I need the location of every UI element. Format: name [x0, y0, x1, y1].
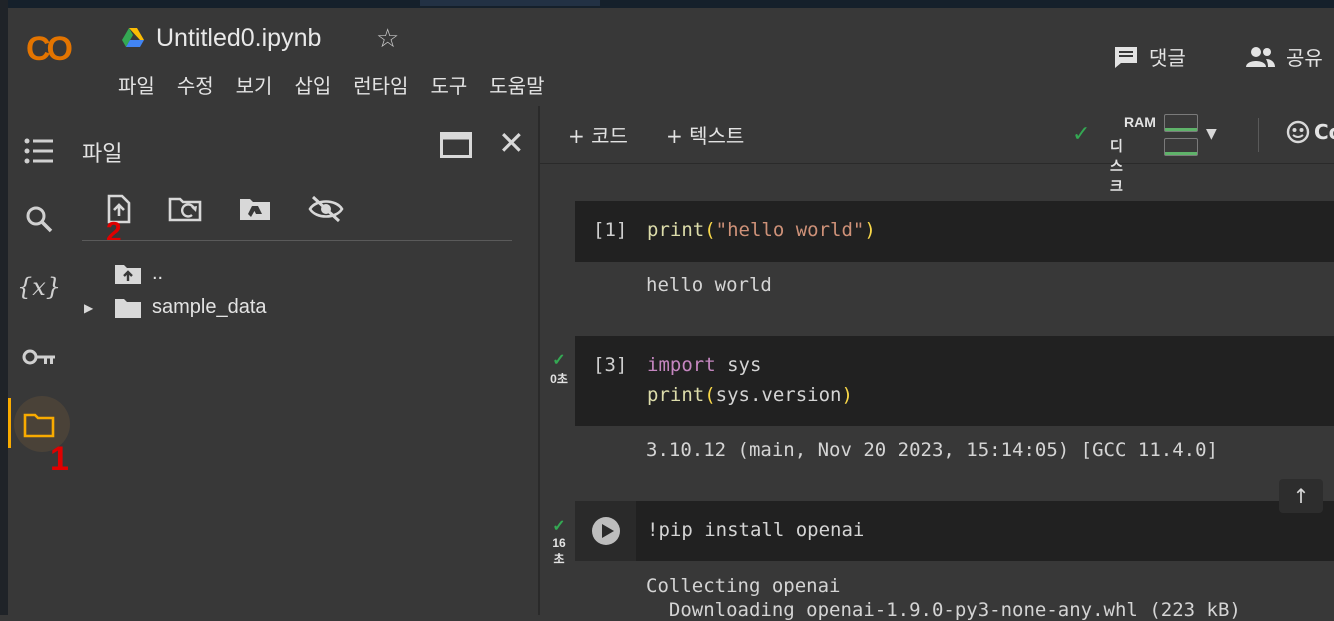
- disk-bar: [1164, 138, 1198, 156]
- files-panel: 파일 ✕ 2 .. ▶ sample_data: [70, 106, 538, 615]
- menu-help[interactable]: 도움말: [489, 70, 556, 99]
- comment-icon: [1115, 46, 1137, 68]
- menu-file[interactable]: 파일: [118, 70, 167, 99]
- add-text-button[interactable]: + 텍스트: [666, 120, 744, 149]
- cell-code-line-1[interactable]: import sys: [647, 354, 761, 376]
- expand-arrow-icon[interactable]: ▶: [84, 301, 104, 315]
- annotation-number-one: 1: [50, 440, 69, 478]
- success-check-icon: ✓: [552, 352, 566, 369]
- code-cell-3[interactable]: !pip install openai: [575, 501, 1334, 561]
- cell-execution-count: [3]: [593, 354, 628, 376]
- cell-code[interactable]: print("hello world"): [647, 219, 876, 241]
- connect-label: Co: [1314, 120, 1334, 144]
- execution-time: 0초: [550, 372, 568, 386]
- connect-button[interactable]: Co: [1286, 120, 1334, 144]
- cell-code-line-2[interactable]: print(sys.version): [647, 384, 853, 406]
- panel-divider: [82, 240, 512, 241]
- disk-label: 디스크: [1110, 138, 1123, 194]
- toolbar-divider: [1258, 118, 1259, 152]
- execution-time-number: 16: [552, 536, 566, 550]
- people-icon: [1246, 46, 1275, 67]
- folder-icon: [115, 298, 141, 318]
- share-button[interactable]: 공유: [1244, 42, 1323, 71]
- ram-bar: [1164, 114, 1198, 132]
- close-icon[interactable]: ✕: [498, 124, 525, 162]
- run-cell-button[interactable]: [575, 501, 636, 561]
- code-cell-1[interactable]: [1] print("hello world"): [575, 201, 1334, 262]
- search-icon[interactable]: [22, 202, 56, 236]
- tree-item-sample-data[interactable]: ▶ sample_data: [84, 296, 267, 319]
- menu-tools[interactable]: 도구: [430, 70, 479, 99]
- folder-up-icon: [115, 264, 141, 284]
- execution-status-2: ✓ 0초: [544, 350, 574, 387]
- share-label: 공유: [1286, 46, 1323, 70]
- window-left-edge: [0, 0, 8, 615]
- menu-edit[interactable]: 수정: [177, 70, 226, 99]
- notebook-main: + 코드 + 텍스트 ✓ RAM 디스크 ▼ Co [1] print("hel…: [540, 106, 1334, 621]
- tree-item-label: sample_data: [152, 296, 267, 318]
- annotation-number-two: 2: [106, 216, 122, 247]
- rail-active-indicator: [8, 398, 11, 448]
- google-drive-icon[interactable]: [122, 28, 144, 48]
- left-rail: {𝑥} 1: [8, 106, 70, 615]
- window-top-edge: [0, 0, 1334, 8]
- refresh-folder-icon[interactable]: [168, 194, 204, 224]
- connected-check-icon: ✓: [1072, 122, 1091, 147]
- code-cell-2[interactable]: [3] import sys print(sys.version): [575, 336, 1334, 426]
- tree-item-label: ..: [152, 262, 164, 284]
- toc-icon[interactable]: [22, 134, 56, 168]
- menu-insert[interactable]: 삽입: [294, 70, 343, 99]
- hide-files-icon[interactable]: [308, 194, 344, 224]
- variables-icon[interactable]: {𝑥}: [17, 270, 61, 304]
- gemini-face-icon: [1286, 120, 1310, 144]
- ram-label: RAM: [1124, 114, 1156, 130]
- logo-text: CO: [26, 30, 73, 68]
- open-in-tab-icon[interactable]: [440, 132, 472, 158]
- cell-output-1: hello world: [646, 274, 772, 296]
- mount-drive-icon[interactable]: [238, 194, 274, 224]
- panel-title: 파일: [82, 142, 123, 167]
- cell-output-3-line-1: Collecting openai: [646, 575, 841, 597]
- notebook-toolbar: + 코드 + 텍스트 ✓ RAM 디스크 ▼ Co: [540, 106, 1334, 194]
- colab-logo[interactable]: CO: [26, 30, 73, 69]
- key-icon[interactable]: [22, 340, 56, 374]
- play-icon: [591, 517, 620, 545]
- add-code-button[interactable]: + 코드: [568, 120, 628, 149]
- execution-time-unit: 초: [553, 552, 565, 566]
- cell-execution-count: [1]: [593, 219, 628, 241]
- app-header: CO Untitled0.ipynb ☆ 파일 수정 보기 삽입 런타임 도구 …: [8, 8, 1334, 106]
- menu-runtime[interactable]: 런타임: [353, 70, 420, 99]
- star-icon[interactable]: ☆: [376, 24, 399, 54]
- comment-label: 댓글: [1149, 46, 1186, 70]
- folder-icon[interactable]: [22, 408, 56, 442]
- execution-status-3: ✓ 16 초: [544, 516, 574, 567]
- cell-output-3-line-2: Downloading openai-1.9.0-py3-none-any.wh…: [646, 599, 1241, 621]
- cell-output-2: 3.10.12 (main, Nov 20 2023, 15:14:05) [G…: [646, 439, 1218, 461]
- file-tools: [104, 194, 344, 224]
- chevron-down-icon[interactable]: ▼: [1206, 126, 1217, 142]
- notebook-title[interactable]: Untitled0.ipynb: [156, 24, 321, 53]
- cell-code[interactable]: !pip install openai: [647, 519, 864, 541]
- success-check-icon: ✓: [552, 518, 566, 535]
- tree-item-parent[interactable]: ..: [114, 262, 163, 285]
- menu-view[interactable]: 보기: [236, 70, 285, 99]
- move-cell-up-icon[interactable]: ↑: [1279, 479, 1323, 513]
- menu-bar: 파일 수정 보기 삽입 런타임 도구 도움말: [118, 70, 566, 99]
- comment-button[interactable]: 댓글: [1113, 42, 1186, 71]
